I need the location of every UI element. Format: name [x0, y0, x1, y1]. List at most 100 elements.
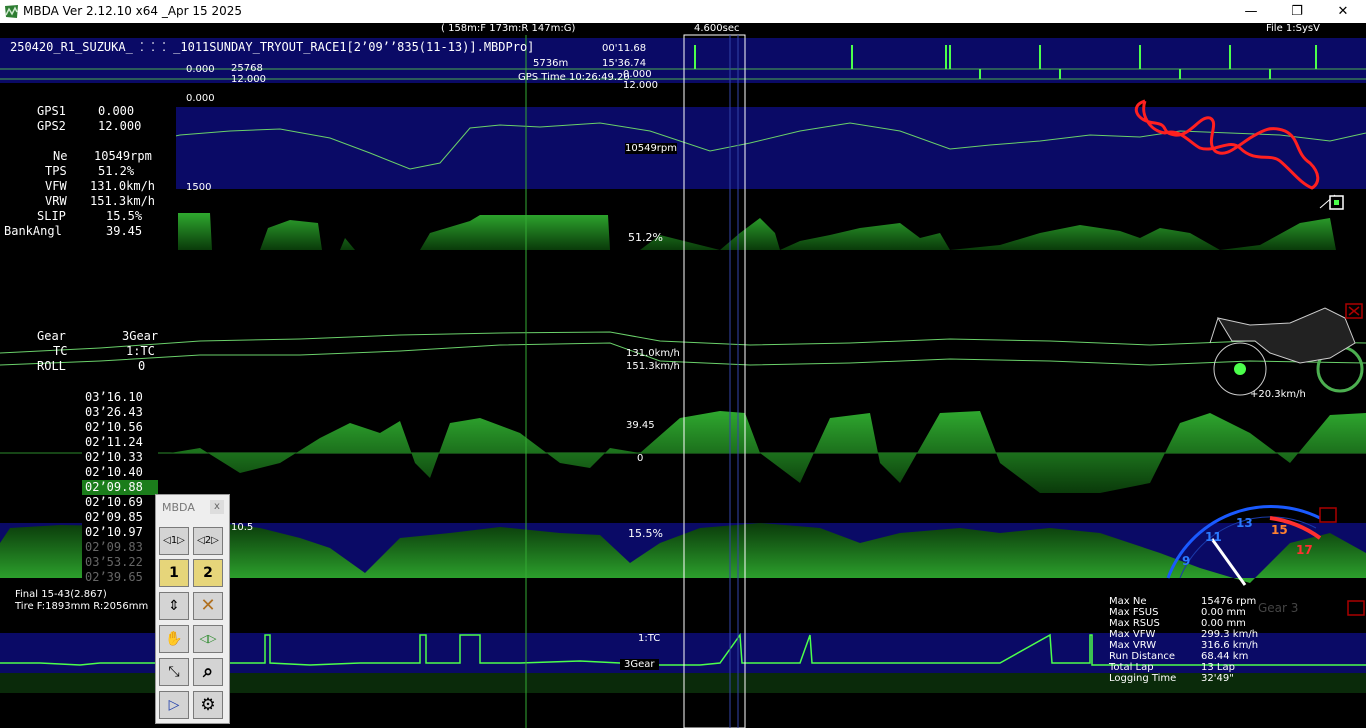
vfw-readout: 131.0km/h [626, 348, 680, 359]
motorcycle-icon [1209, 307, 1364, 396]
stat-row: Max FSUS 0.00 mm [1109, 607, 1246, 618]
stat-key: Total Lap [1109, 662, 1154, 673]
rpm-readout: 10549rpm [625, 143, 678, 154]
gps-zero-3: 0.000 [186, 93, 215, 104]
stat-key: Logging Time [1109, 673, 1177, 684]
data-view[interactable]: 250420_R1_SUZUKA_ ⁚ ⁚ ⁚ _1011SUNDAY_TRYO… [0, 23, 1366, 728]
roll-readout: 0 [637, 453, 644, 464]
g-readout: ( 158m:F 173m:R 147m:G) [441, 23, 576, 34]
fit-vertical-button[interactable]: ⇕ [159, 592, 189, 620]
lap-item[interactable]: 03’53.22 [82, 555, 158, 570]
stat-row: Logging Time 32'49" [1109, 673, 1234, 684]
channel-gps1-name: GPS1 [37, 104, 66, 118]
lap-item[interactable]: 02’10.56 [82, 420, 158, 435]
zoom-search-button[interactable]: ⌕ [193, 658, 223, 686]
vfw-trace [0, 331, 1366, 354]
stat-value: 299.3 km/h [1201, 629, 1259, 640]
scroll-horizontal-button[interactable]: ◁▷ [193, 625, 223, 653]
tach-tick-9: 9 [1182, 554, 1191, 568]
lap-item[interactable]: 02’39.65 [82, 570, 158, 585]
prev-marker-2-button[interactable]: ◁2▷ [193, 527, 223, 555]
minimize-button[interactable]: — [1228, 2, 1274, 22]
stat-value: 0.00 mm [1201, 607, 1246, 618]
close-button[interactable]: ✕ [1320, 2, 1366, 22]
session-stats: Max Ne 15476 rpm Max FSUS 0.00 mm Max RSUS 0.… [1107, 595, 1359, 725]
channel-bank-name: BankAngl [4, 224, 62, 238]
channel-tps-value: 51.2% [98, 164, 135, 178]
title-bar: MBDA Ver 2.12.10 x64 _Apr 15 2025 — ❐ ✕ [0, 0, 1366, 23]
bank-trace [0, 411, 1366, 493]
stat-value: 68.44 km [1201, 651, 1249, 662]
channel-vrw-value: 151.3km/h [90, 194, 156, 208]
stat-row: Max VRW 316.6 km/h [1109, 640, 1258, 651]
channel-vrw-name: VRW [45, 194, 67, 208]
stat-row: Total Lap 13 Lap [1109, 662, 1235, 673]
lap-item[interactable]: 02’09.85 [82, 510, 158, 525]
tach-tick-13: 13 [1236, 516, 1253, 530]
slip-scale-label: 10.5 [231, 522, 254, 533]
channel-gear-name: Gear [37, 329, 66, 343]
stat-key: Run Distance [1109, 651, 1176, 662]
gps-zero-2: 0.000 [623, 69, 652, 80]
stat-key: Max VFW [1109, 629, 1156, 640]
stat-value: 13 Lap [1201, 662, 1235, 673]
lap-item[interactable]: 03’16.10 [82, 390, 158, 405]
slip-readout: 15.5% [628, 527, 663, 540]
lap-item[interactable]: 02’10.33 [82, 450, 158, 465]
gps-12-2: 12.000 [623, 80, 658, 91]
gear-readout: 3Gear [620, 659, 659, 670]
palette-close-button[interactable]: x [210, 500, 224, 514]
prev-marker-1-button[interactable]: ◁1▷ [159, 527, 189, 555]
time-top: 00'11.68 [602, 43, 647, 54]
lap-item[interactable]: 02’09.88 [82, 480, 158, 495]
lap-item[interactable]: 02’11.24 [82, 435, 158, 450]
tc-readout: 1:TC [638, 633, 661, 644]
tach-tick-11: 11 [1205, 530, 1222, 544]
gps-25768: 25768 [231, 63, 263, 74]
channel-vfw-value: 131.0km/h [90, 179, 156, 193]
rpm-min-label: 1500 [186, 182, 212, 193]
stat-row: Max VFW 299.3 km/h [1109, 629, 1258, 640]
marker-1-button[interactable]: 1 [159, 559, 189, 587]
channel-tc-value: 1:TC [126, 344, 155, 358]
hand-tool-button[interactable]: ✋ [159, 625, 189, 653]
vrw-readout: 151.3km/h [626, 361, 680, 372]
gauge-close-icon[interactable] [1319, 507, 1337, 523]
channel-tps-name: TPS [45, 164, 67, 178]
window-span: 4.600sec [694, 23, 740, 34]
stat-row: Max RSUS 0.00 mm [1109, 618, 1246, 629]
stat-value: 32'49" [1201, 673, 1234, 684]
tps-readout: 51.2% [628, 231, 663, 244]
clear-markers-button[interactable]: ✕ [193, 592, 223, 620]
stat-key: Max RSUS [1109, 618, 1160, 629]
channel-slip-name: SLIP [37, 209, 66, 223]
channel-gps2-value: 12.000 [98, 119, 142, 133]
file-tag: File 1:SysV [1266, 23, 1320, 34]
stat-value: 15476 rpm [1201, 596, 1257, 607]
lap-item[interactable]: 02’09.83 [82, 540, 158, 555]
lap-item[interactable]: 02’10.97 [82, 525, 158, 540]
stat-row: Max Ne 15476 rpm [1109, 596, 1256, 607]
stat-value: 316.6 km/h [1201, 640, 1259, 651]
time-total: 15'36.74 [602, 58, 647, 69]
play-button[interactable]: ▷ [159, 691, 189, 719]
marker-2-button[interactable]: 2 [193, 559, 223, 587]
track-position-dot [1334, 200, 1339, 205]
bike-speed-readout: +20.3km/h [1250, 389, 1306, 400]
lap-item[interactable]: 03’26.43 [82, 405, 158, 420]
tach-tick-15: 15 [1271, 523, 1288, 537]
channel-vfw-name: VFW [45, 179, 67, 193]
zoom-fit-button[interactable]: ⤡ [159, 658, 189, 686]
channel-ne-value: 10549rpm [94, 149, 152, 163]
settings-button[interactable]: ⚙ [193, 691, 223, 719]
final-ratio: Final 15-43(2.867) [15, 589, 107, 600]
lap-item[interactable]: 02’10.69 [82, 495, 158, 510]
cursor-window[interactable] [683, 34, 746, 728]
stat-row: Run Distance 68.44 km [1109, 651, 1248, 662]
gps-12-1: 12.000 [231, 74, 266, 85]
channel-ne-name: Ne [53, 149, 68, 163]
maximize-button[interactable]: ❐ [1274, 2, 1320, 22]
lap-item[interactable]: 02’10.40 [82, 465, 158, 480]
channel-bank-value: 39.45 [106, 224, 143, 238]
rpm-trace [0, 122, 1366, 170]
